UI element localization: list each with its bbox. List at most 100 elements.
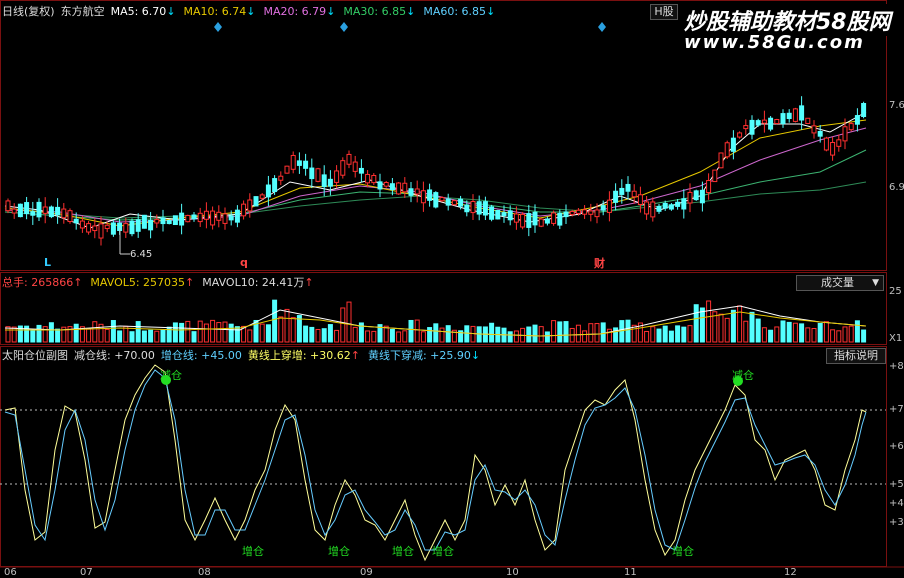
candle-body	[575, 209, 581, 214]
candle-body	[588, 210, 594, 215]
watermark-url: www.58Gu.com	[680, 32, 869, 53]
volume-bar	[290, 317, 296, 343]
volume-bar	[55, 328, 61, 343]
candle-body	[693, 190, 699, 201]
mark-L: L	[44, 256, 52, 269]
xaxis-08: 08	[198, 567, 211, 578]
volume-bar	[687, 325, 693, 343]
candle-body	[340, 160, 346, 176]
candle-body	[799, 105, 805, 121]
volume-bar	[383, 325, 389, 343]
add-signal-label-2: 增仓	[328, 545, 350, 558]
timeframe-label[interactable]: 日线(复权)	[2, 5, 55, 18]
volume-bar	[780, 320, 786, 343]
xaxis-06: 06	[4, 567, 17, 578]
volume-bar	[823, 321, 829, 343]
candle-body	[358, 167, 364, 174]
volume-bar	[799, 323, 805, 343]
add-signal-label-4: 增仓	[432, 545, 454, 558]
candle-body	[544, 218, 550, 224]
candle-body	[743, 125, 749, 130]
candle-body	[619, 187, 625, 195]
volume-bar	[148, 329, 154, 343]
volume-bar	[557, 321, 563, 343]
candle-body	[706, 180, 712, 194]
volume-bar	[340, 307, 346, 343]
candle-body	[414, 188, 420, 195]
volume-bar	[86, 328, 92, 343]
volume-bar	[861, 329, 867, 343]
candle-body	[259, 194, 265, 199]
volume-indicator-dropdown[interactable]: 成交量 ▼	[796, 275, 884, 291]
volume-bar	[681, 326, 687, 343]
candle-body	[761, 119, 767, 124]
candle-body	[123, 223, 129, 233]
candle-body	[377, 181, 383, 190]
candle-body	[582, 209, 588, 215]
volume-bar	[551, 320, 557, 343]
indicator-name[interactable]: 太阳仓位副图	[2, 349, 68, 362]
volume-bar	[110, 320, 116, 343]
indicator-tick-6: +6	[889, 441, 904, 452]
candle-body	[464, 204, 470, 213]
volume-bar	[737, 305, 743, 343]
candle-body	[712, 169, 718, 183]
candle-body	[538, 218, 544, 227]
volume-bar	[222, 321, 228, 343]
candle-body	[352, 161, 358, 172]
candle-body	[427, 189, 433, 201]
candle-body	[836, 139, 842, 147]
ma10-line	[4, 119, 867, 227]
candle-body	[129, 220, 135, 235]
candle-body	[303, 160, 309, 169]
volume-bar	[675, 325, 681, 343]
mavol5-value: MAVOL5: 257035	[90, 276, 186, 289]
candle-body	[526, 213, 532, 228]
h-share-button[interactable]: H股	[650, 4, 678, 20]
mark-financial[interactable]: 财	[594, 255, 605, 271]
volume-bar	[30, 330, 36, 343]
volume-bar	[792, 322, 798, 343]
candle-body	[135, 219, 141, 232]
volume-bar	[73, 323, 79, 343]
candle-body	[520, 213, 526, 228]
ma20-value: MA20: 6.79	[263, 5, 327, 18]
xaxis-10: 10	[506, 567, 519, 578]
indicator-help-button[interactable]: 指标说明	[826, 348, 886, 364]
candle-body	[675, 201, 681, 207]
volume-bar	[526, 326, 532, 343]
candle-body	[476, 201, 482, 215]
candle-body	[470, 201, 476, 214]
volume-bar	[117, 330, 123, 343]
total-volume: 总手: 265866	[2, 276, 74, 289]
candle-body	[11, 208, 17, 214]
candle-body	[396, 182, 402, 195]
up-arrow-icon: ↑	[185, 276, 195, 289]
candle-body	[241, 203, 247, 217]
indicator-tick-5: +5	[889, 479, 904, 490]
candle-group	[5, 96, 867, 246]
volume-bar	[532, 324, 538, 343]
candle-body	[346, 153, 352, 165]
volume-bar	[743, 320, 749, 343]
volume-bar	[563, 321, 569, 343]
volume-bar	[854, 320, 860, 343]
candle-body	[92, 225, 98, 232]
up-arrow-icon: ↑	[350, 349, 360, 362]
indicator-tick-7: +7	[889, 404, 904, 415]
volume-bar	[5, 326, 11, 343]
candle-body	[222, 213, 228, 224]
candle-body	[823, 137, 829, 151]
volume-bar	[346, 301, 352, 343]
volume-bar	[210, 319, 216, 343]
volume-bar	[439, 327, 445, 343]
volume-bar	[172, 322, 178, 343]
volume-bar	[582, 330, 588, 343]
event-diamond-3	[598, 22, 606, 32]
candle-body	[334, 170, 340, 183]
candle-body	[780, 113, 786, 125]
candle-body	[247, 199, 253, 212]
volume-bar	[259, 323, 265, 343]
candle-body	[154, 218, 160, 224]
candle-body	[507, 210, 513, 221]
